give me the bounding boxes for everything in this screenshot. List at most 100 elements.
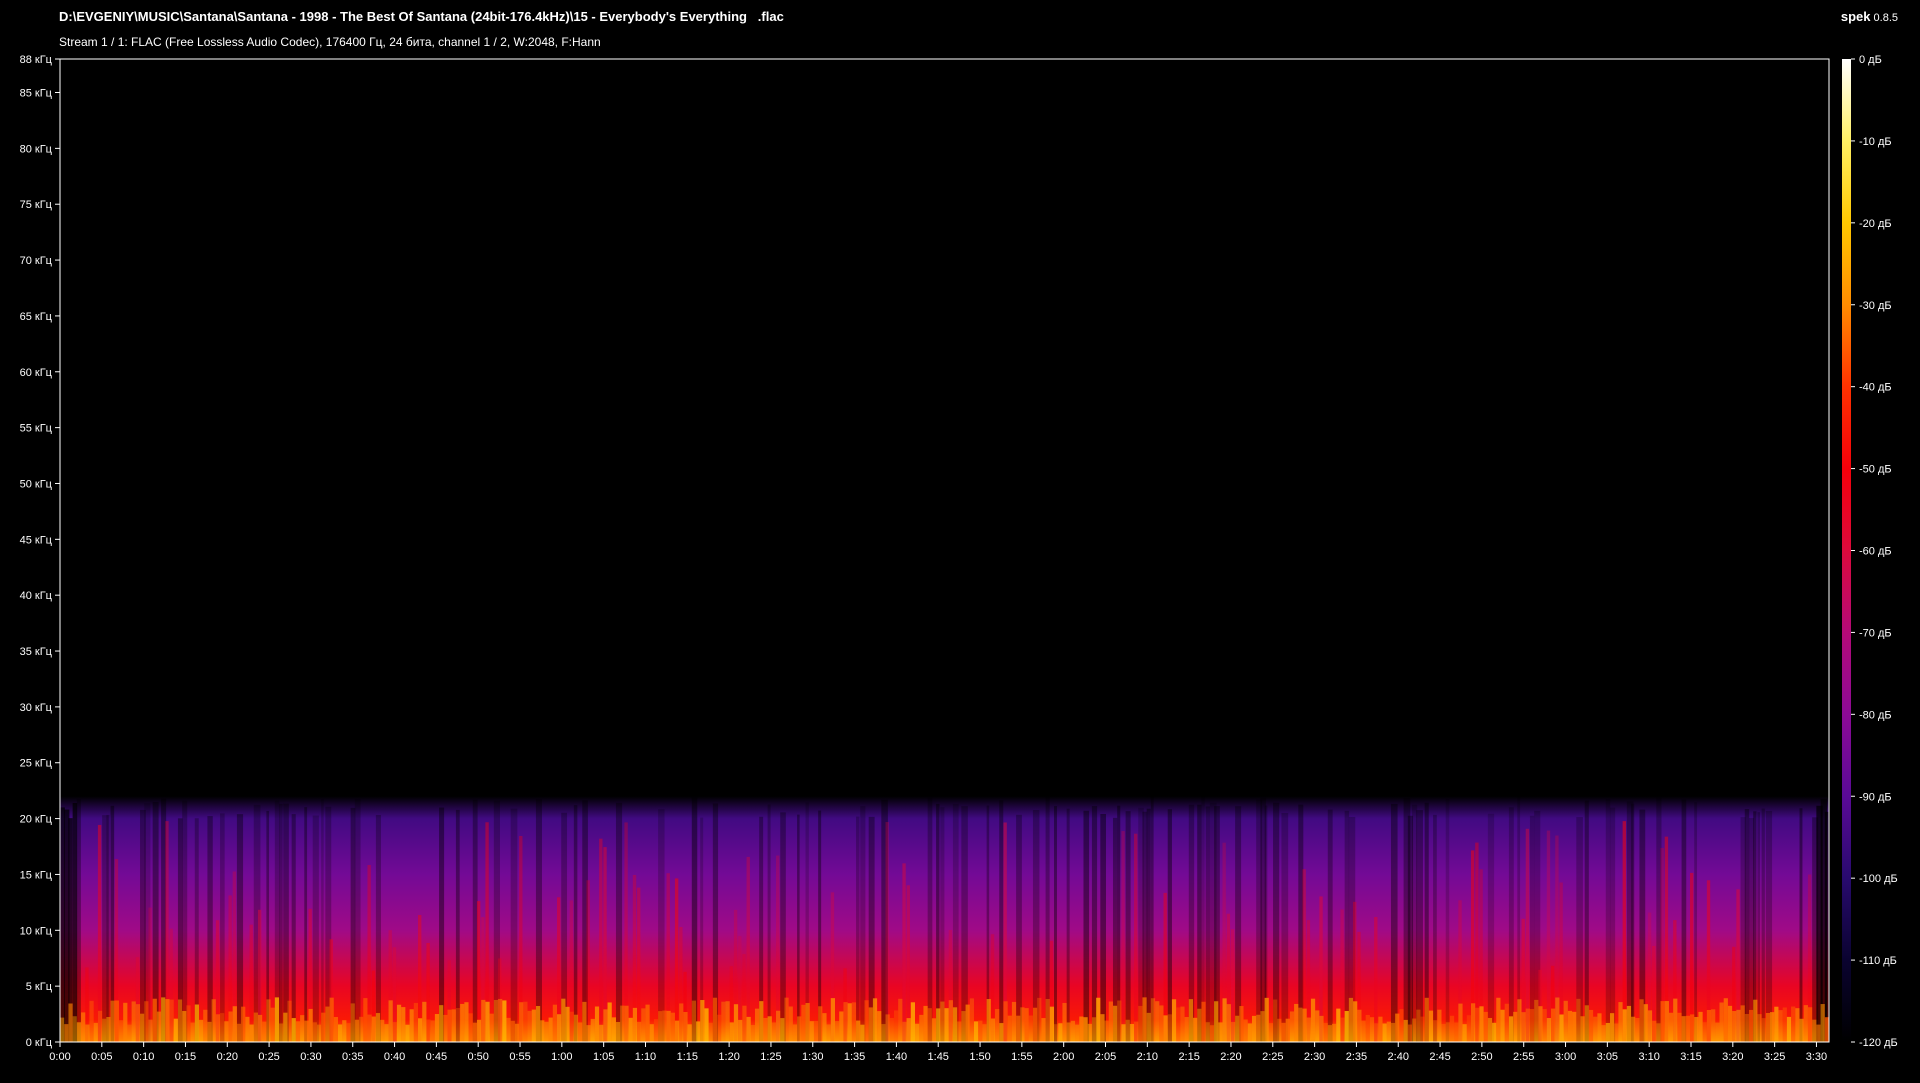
harmonic-cell <box>1711 1009 1716 1042</box>
harmonic-cell <box>485 1001 490 1042</box>
x-tick-label: 2:55 <box>1513 1051 1534 1063</box>
harmonic-cell <box>784 997 789 1042</box>
harmonic-cell <box>60 1017 65 1042</box>
texture-dark-column <box>321 799 324 1042</box>
harmonic-cell <box>1757 1014 1762 1042</box>
harmonic-cell <box>325 1006 330 1042</box>
texture-dark-column <box>291 814 296 1042</box>
harmonic-cell <box>85 1024 90 1042</box>
y-tick-label: 80 кГц <box>20 143 53 155</box>
harmonic-cell <box>1475 1007 1480 1042</box>
harmonic-cell <box>253 1012 258 1042</box>
texture-bright-column <box>1622 821 1626 1042</box>
harmonic-cell <box>982 1024 987 1042</box>
harmonic-cell <box>1521 1012 1526 1042</box>
x-tick-label: 0:50 <box>467 1051 488 1063</box>
texture-dark-column <box>1681 799 1687 1042</box>
harmonic-cell <box>792 1024 798 1042</box>
x-tick-label: 1:15 <box>677 1051 698 1063</box>
harmonic-cell <box>266 999 271 1042</box>
harmonic-cell <box>1597 1013 1602 1042</box>
harmonic-cell <box>262 1021 267 1042</box>
harmonic-cell <box>68 1003 73 1042</box>
harmonic-cell <box>662 1010 667 1042</box>
harmonic-cell <box>211 999 216 1042</box>
harmonic-cell <box>1433 1020 1438 1042</box>
harmonic-cell <box>620 1005 625 1042</box>
colorbar-layer: 0 дБ -10 дБ -20 дБ -30 дБ -40 дБ -50 дБ -60 дБ… <box>1842 54 1898 1049</box>
harmonic-cell <box>468 1013 473 1042</box>
texture-dark-column <box>1390 803 1398 1042</box>
harmonic-cell <box>291 1018 296 1042</box>
harmonic-cell <box>287 1000 292 1042</box>
texture-dark-column <box>1487 813 1495 1042</box>
harmonic-cell <box>257 1014 263 1042</box>
harmonic-cell <box>1264 997 1269 1042</box>
harmonic-cell <box>215 1014 221 1042</box>
harmonic-cell <box>1197 1008 1202 1042</box>
texture-dark-column <box>1631 803 1635 1042</box>
harmonic-cell <box>1643 1004 1648 1042</box>
harmonic-cell <box>177 999 183 1042</box>
harmonic-cell <box>1049 1006 1055 1042</box>
texture-dark-column <box>1066 808 1070 1042</box>
harmonic-cell <box>708 1022 713 1042</box>
harmonic-cell <box>797 1016 802 1042</box>
harmonic-cell <box>1066 1022 1071 1042</box>
harmonic-cell <box>1100 1014 1105 1042</box>
harmonic-cell <box>1652 1020 1657 1042</box>
harmonic-cell <box>1188 999 1193 1042</box>
texture-dark-column <box>1609 807 1616 1042</box>
x-tick-label: 2:35 <box>1346 1051 1367 1063</box>
harmonic-cell <box>957 1021 962 1042</box>
harmonic-cell <box>1424 997 1429 1042</box>
harmonic-cell <box>1538 1006 1543 1042</box>
harmonic-cell <box>1593 1016 1598 1042</box>
harmonic-cell <box>498 998 503 1042</box>
harmonic-cell <box>144 1001 149 1042</box>
harmonic-cell <box>148 1019 153 1042</box>
harmonic-cell <box>418 1018 423 1042</box>
harmonic-cell <box>826 1024 831 1042</box>
harmonic-cell <box>628 1017 633 1042</box>
texture-dark-column <box>1167 809 1172 1042</box>
harmonic-cell <box>363 998 368 1042</box>
harmonic-cell <box>1664 1001 1669 1042</box>
y-tick-label: 5 кГц <box>26 981 53 993</box>
harmonic-cell <box>118 1020 124 1042</box>
harmonic-cell <box>1079 1016 1084 1042</box>
x-tick-label: 2:40 <box>1388 1051 1409 1063</box>
harmonic-cell <box>182 1010 187 1042</box>
harmonic-cell <box>1209 1025 1215 1042</box>
harmonic-cell <box>1003 1001 1008 1042</box>
harmonic-cell <box>1390 1022 1396 1042</box>
harmonic-cell <box>1736 1009 1741 1042</box>
harmonic-cell <box>923 1005 928 1042</box>
colorbar-tick-label: 0 дБ <box>1859 54 1882 66</box>
texture-dark-column <box>1799 808 1803 1042</box>
colorbar-tick-label: -10 дБ <box>1859 136 1892 148</box>
harmonic-cell <box>1765 1012 1771 1042</box>
harmonic-cell <box>582 1001 587 1042</box>
harmonic-cell <box>805 1003 810 1042</box>
harmonic-cell <box>1273 999 1278 1042</box>
harmonic-cell <box>1778 1010 1783 1042</box>
harmonic-cell <box>771 1022 777 1042</box>
harmonic-cell <box>354 1019 360 1042</box>
harmonic-cell <box>190 1022 195 1042</box>
plot-layer <box>60 59 1831 1042</box>
harmonic-cell <box>1365 1014 1370 1042</box>
harmonic-cell <box>986 999 991 1042</box>
harmonic-cell <box>1668 1012 1674 1042</box>
x-tick-label: 3:20 <box>1722 1051 1743 1063</box>
colorbar-tick-label: -80 дБ <box>1859 709 1892 721</box>
texture-bright-column <box>1374 916 1378 1042</box>
harmonic-cell <box>586 1025 591 1042</box>
harmonic-cell <box>1369 1017 1375 1042</box>
harmonic-cell <box>371 1016 376 1042</box>
harmonic-cell <box>220 1013 225 1042</box>
harmonic-cell <box>1011 1001 1017 1042</box>
x-tick-label: 0:25 <box>258 1051 279 1063</box>
harmonic-cell <box>603 1009 608 1042</box>
harmonic-cell <box>135 1004 141 1042</box>
